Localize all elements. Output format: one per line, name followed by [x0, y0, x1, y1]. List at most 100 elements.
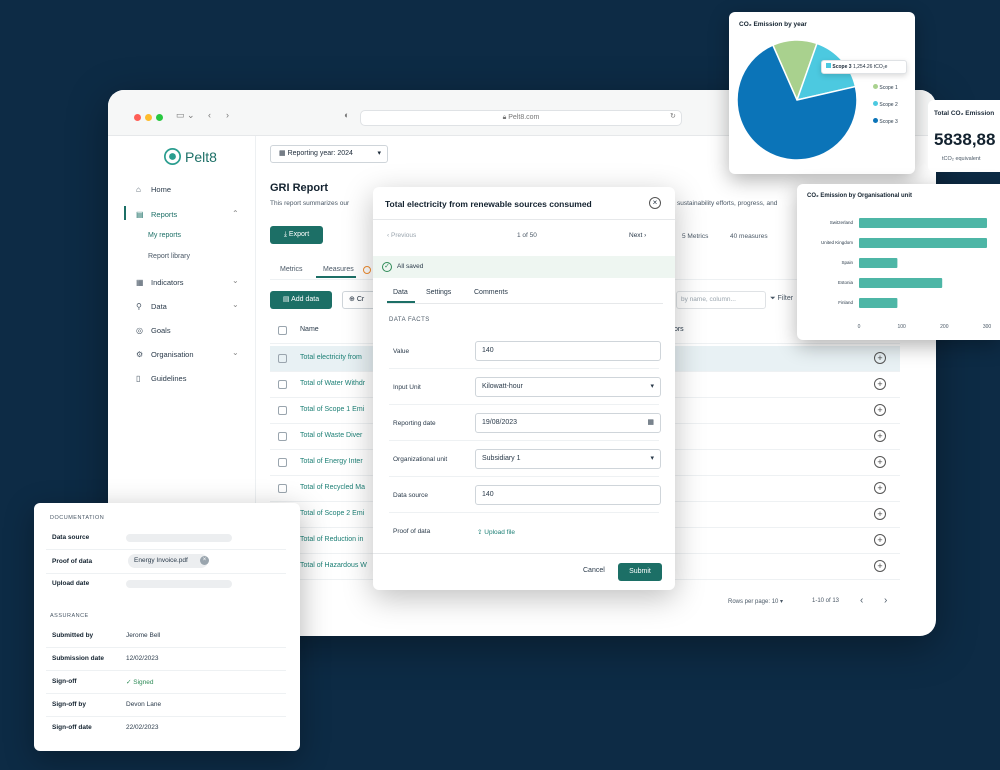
- url-text: Pelt8.com: [508, 114, 540, 121]
- row-name-link[interactable]: Total of Water Withdr: [300, 380, 365, 387]
- row-checkbox[interactable]: [278, 380, 287, 389]
- chevron-down-icon[interactable]: ⌄: [232, 300, 239, 309]
- data-source-input[interactable]: 140: [475, 485, 661, 505]
- previous-button[interactable]: ‹ Previous: [387, 232, 416, 239]
- tab-metrics[interactable]: Metrics: [280, 266, 303, 273]
- chevron-down-icon[interactable]: ⌄: [232, 276, 239, 285]
- search-input[interactable]: by name, column...: [676, 291, 766, 309]
- next-button[interactable]: Next ›: [629, 232, 646, 239]
- row-checkbox[interactable]: [278, 432, 287, 441]
- row-name-link[interactable]: Total of Reduction in: [300, 536, 363, 543]
- add-circle-icon[interactable]: +: [874, 378, 886, 390]
- row-checkbox[interactable]: [278, 354, 287, 363]
- filter-button[interactable]: ⏷ Filter: [770, 295, 793, 303]
- add-circle-icon[interactable]: +: [874, 534, 886, 546]
- chevron-down-icon[interactable]: ⌄: [232, 348, 239, 357]
- reporting-year-select[interactable]: ▦ Reporting year: 2024 ▾: [270, 145, 388, 163]
- reload-icon[interactable]: ↻: [670, 112, 676, 120]
- next-page-icon[interactable]: ›: [884, 595, 887, 606]
- value-label: Value: [393, 348, 410, 355]
- metrics-count: 5 Metrics: [682, 233, 709, 240]
- value-input[interactable]: 140: [475, 341, 661, 361]
- home-icon: ⌂: [136, 185, 141, 194]
- calendar-icon: ▦: [279, 150, 288, 157]
- sidebar-subitem-report-library[interactable]: Report library: [148, 253, 190, 260]
- page-description: This report summarizes our: [270, 200, 350, 207]
- add-circle-icon[interactable]: +: [874, 404, 886, 416]
- row-checkbox[interactable]: [278, 484, 287, 493]
- add-circle-icon[interactable]: +: [874, 508, 886, 520]
- forward-arrow-icon[interactable]: ›: [226, 110, 229, 120]
- add-circle-icon[interactable]: +: [874, 352, 886, 364]
- active-nav-indicator: [124, 206, 126, 220]
- bar-switzerland[interactable]: [859, 218, 987, 228]
- maximize-window-button[interactable]: [156, 114, 163, 121]
- url-bar[interactable]: 🔒︎ Pelt8.com: [360, 110, 682, 126]
- bar-finland[interactable]: [859, 298, 898, 308]
- total-value: 5838,88: [934, 130, 996, 149]
- sidebar-item-indicators[interactable]: ▦ Indicators: [136, 278, 184, 287]
- calendar-icon[interactable]: ▦: [647, 414, 654, 432]
- row-name-link[interactable]: Total of Waste Diver: [300, 432, 362, 439]
- file-chip[interactable]: Energy Invoice.pdf: [128, 554, 208, 568]
- row-name-link[interactable]: Total electricity from: [300, 354, 362, 361]
- tab-settings[interactable]: Settings: [426, 289, 451, 296]
- row-checkbox[interactable]: [278, 406, 287, 415]
- section-heading: DOCUMENTATION: [50, 515, 105, 521]
- modal-title: Total electricity from renewable sources…: [385, 199, 592, 209]
- indicators-icon: ▦: [136, 278, 144, 287]
- caret-down-icon: ▾: [650, 383, 654, 390]
- reporting-date-input[interactable]: 19/08/2023 ▦: [475, 413, 661, 433]
- sidebar-toggle-icon[interactable]: ▭ ⌄: [176, 110, 195, 121]
- sidebar-item-guidelines[interactable]: ▯ Guidelines: [136, 374, 186, 383]
- bar-spain[interactable]: [859, 258, 898, 268]
- sidebar-item-organisation[interactable]: ⚙ Organisation: [136, 350, 194, 359]
- row-checkbox[interactable]: [278, 458, 287, 467]
- add-circle-icon[interactable]: +: [874, 456, 886, 468]
- select-all-checkbox[interactable]: [278, 326, 287, 335]
- sidebar-item-reports[interactable]: ▤ Reports: [136, 210, 177, 219]
- previous-page-icon[interactable]: ‹: [860, 595, 863, 606]
- tab-data[interactable]: Data: [393, 289, 408, 296]
- bar-united-kingdom[interactable]: [859, 238, 987, 248]
- add-circle-icon[interactable]: +: [874, 430, 886, 442]
- upload-file-button[interactable]: ⇪ Upload file: [477, 528, 515, 536]
- row-name-link[interactable]: Total of Hazardous W: [300, 562, 367, 569]
- submission-date-label: Submission date: [52, 655, 105, 662]
- add-circle-icon[interactable]: +: [874, 560, 886, 572]
- submit-button[interactable]: Submit: [618, 563, 662, 581]
- active-tab-underline: [316, 276, 356, 278]
- tab-comments[interactable]: Comments: [474, 289, 508, 296]
- section-heading: DATA FACTS: [389, 317, 430, 323]
- chevron-up-icon[interactable]: ⌃: [232, 209, 239, 218]
- privacy-shield-icon: ◐: [344, 110, 350, 120]
- bar-estonia[interactable]: [859, 278, 943, 288]
- row-name-link[interactable]: Total of Recycled Ma: [300, 484, 365, 491]
- add-circle-icon[interactable]: +: [874, 482, 886, 494]
- back-arrow-icon[interactable]: ‹: [208, 110, 211, 120]
- remove-file-icon[interactable]: ×: [200, 556, 209, 565]
- x-tick-label: 300: [983, 324, 992, 330]
- minimize-window-button[interactable]: [145, 114, 152, 121]
- export-button[interactable]: ⤓ Export: [270, 226, 323, 244]
- close-icon[interactable]: ×: [649, 197, 661, 209]
- organizational-unit-select[interactable]: Subsidiary 1 ▾: [475, 449, 661, 469]
- legend-swatch: [873, 84, 878, 89]
- legend-item: Scope 2: [873, 101, 898, 108]
- app-logo[interactable]: Pelt8: [164, 148, 217, 165]
- row-name-link[interactable]: Total of Energy Inter: [300, 458, 363, 465]
- sidebar-item-goals[interactable]: ◎ Goals: [136, 326, 171, 335]
- rows-per-page-select[interactable]: Rows per page: 10 ▾: [728, 598, 783, 605]
- row-name-link[interactable]: Total of Scope 2 Emi: [300, 510, 364, 517]
- tab-measures[interactable]: Measures: [323, 266, 354, 273]
- sidebar-item-data[interactable]: ⚲ Data: [136, 302, 167, 311]
- row-name-link[interactable]: Total of Scope 1 Emi: [300, 406, 364, 413]
- close-window-button[interactable]: [134, 114, 141, 121]
- input-unit-select[interactable]: Kilowatt-hour ▾: [475, 377, 661, 397]
- cancel-button[interactable]: Cancel: [583, 567, 605, 574]
- reports-icon: ▤: [136, 210, 144, 219]
- total-unit: tCO₂ equivalent: [942, 156, 981, 162]
- add-data-button[interactable]: ▤ Add data: [270, 291, 332, 309]
- sidebar-subitem-my-reports[interactable]: My reports: [148, 232, 181, 239]
- sidebar-item-home[interactable]: ⌂ Home: [136, 185, 171, 194]
